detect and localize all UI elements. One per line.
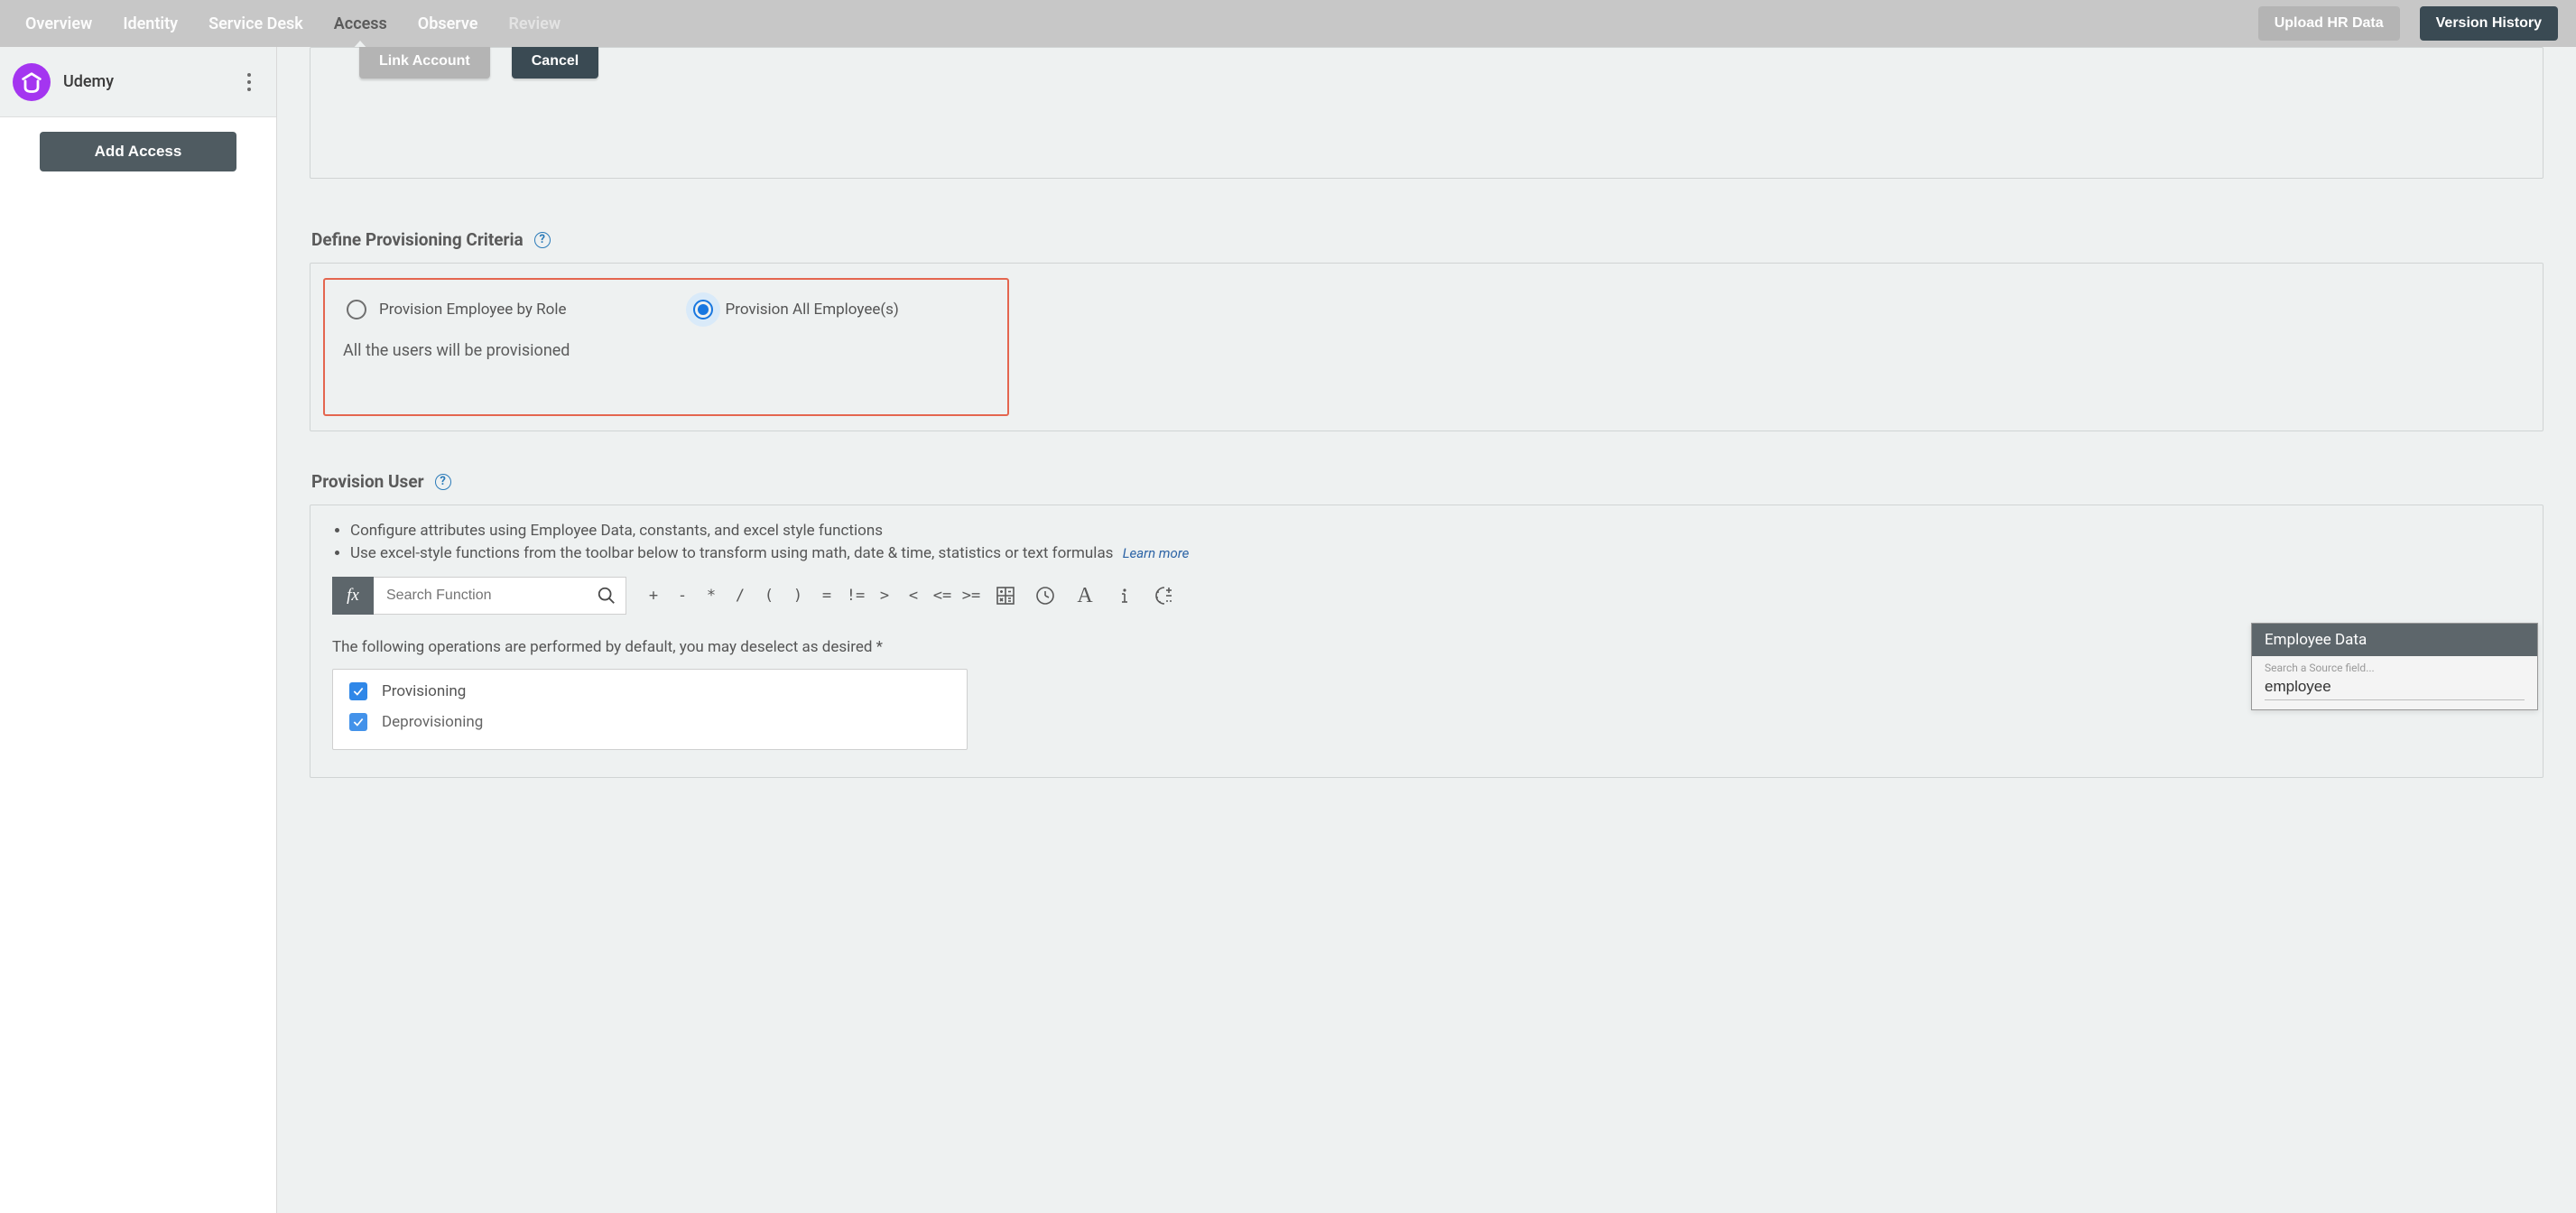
operations-note: The following operations are performed b… (332, 638, 2521, 656)
radio-provision-all[interactable]: Provision All Employee(s) (693, 300, 899, 319)
sidebar-app-header: Udemy (0, 47, 276, 117)
tab-overview[interactable]: Overview (25, 14, 92, 33)
function-search-input[interactable] (386, 588, 597, 604)
date-time-category-icon[interactable] (1026, 577, 1064, 615)
op-rparen[interactable]: ) (784, 577, 811, 615)
provision-bullet-2: Use excel-style functions from the toolb… (350, 542, 2521, 565)
radio-selected-icon (693, 300, 713, 319)
op-lt[interactable]: < (900, 577, 927, 615)
op-plus[interactable]: + (640, 577, 667, 615)
radio-unselected-icon (347, 300, 366, 319)
criteria-heading-row: Define Provisioning Criteria ? (311, 229, 2544, 250)
op-divide[interactable]: / (727, 577, 754, 615)
provision-heading-row: Provision User ? (311, 471, 2544, 492)
op-gt[interactable]: > (871, 577, 898, 615)
tab-review[interactable]: Review (508, 14, 561, 33)
tab-observe[interactable]: Observe (418, 14, 478, 33)
op-not-equals[interactable]: != (842, 577, 869, 615)
function-toolbar: fx + - * / ( ) = != > < <= >= (332, 577, 2521, 615)
employee-search-label: Search a Source field... (2265, 662, 2525, 674)
app-menu-button[interactable] (238, 73, 260, 91)
checkbox-deprovisioning[interactable]: Deprovisioning (349, 713, 950, 731)
criteria-highlight-box: Provision Employee by Role Provision All… (323, 278, 1009, 416)
op-minus[interactable]: - (669, 577, 696, 615)
radio-provision-by-role[interactable]: Provision Employee by Role (347, 300, 567, 319)
upload-hr-data-button[interactable]: Upload HR Data (2258, 6, 2400, 41)
help-icon[interactable]: ? (435, 474, 451, 490)
checkbox-provisioning-label: Provisioning (382, 682, 466, 700)
operator-strip: + - * / ( ) = != > < <= >= (632, 577, 1191, 615)
criteria-result-message: All the users will be provisioned (339, 341, 993, 360)
learn-more-link[interactable]: Learn more (1123, 545, 1190, 561)
tab-identity[interactable]: Identity (123, 14, 178, 33)
op-lparen[interactable]: ( (755, 577, 783, 615)
tab-access[interactable]: Access (334, 14, 387, 33)
add-access-button[interactable]: Add Access (40, 132, 236, 171)
provision-bullets: Configure attributes using Employee Data… (332, 520, 2521, 564)
sidebar-app-name: Udemy (63, 72, 226, 91)
info-category-icon[interactable] (1106, 577, 1144, 615)
cancel-button[interactable]: Cancel (512, 47, 598, 79)
link-account-button[interactable]: Link Account (359, 47, 490, 79)
tab-service-desk[interactable]: Service Desk (208, 14, 303, 33)
math-category-icon[interactable] (987, 577, 1024, 615)
checkbox-provisioning[interactable]: Provisioning (349, 682, 950, 700)
employee-data-title: Employee Data (2252, 624, 2537, 656)
main-content[interactable]: Link Account Cancel Define Provisioning … (277, 47, 2576, 1213)
app-logo-icon (13, 63, 51, 101)
employee-data-panel[interactable]: Employee Data Search a Source field... (2251, 623, 2538, 710)
employee-search-input[interactable] (2265, 676, 2525, 700)
help-icon[interactable]: ? (534, 232, 551, 248)
operations-box: Provisioning Deprovisioning (332, 669, 968, 750)
top-nav-tabs: Overview Identity Service Desk Access Ob… (25, 14, 561, 33)
checkbox-checked-icon (349, 713, 367, 731)
search-icon (597, 586, 616, 606)
tab-access-label: Access (334, 14, 387, 33)
checkbox-deprovisioning-label: Deprovisioning (382, 713, 483, 731)
criteria-heading: Define Provisioning Criteria (311, 229, 524, 250)
provision-panel: Configure attributes using Employee Data… (310, 505, 2544, 778)
provision-bullet-1: Configure attributes using Employee Data… (350, 520, 2521, 542)
text-category-icon[interactable]: A (1066, 577, 1104, 615)
link-account-panel: Link Account Cancel (310, 47, 2544, 179)
fx-badge-icon: fx (332, 577, 374, 615)
function-search[interactable] (374, 577, 626, 615)
checkbox-checked-icon (349, 682, 367, 700)
radio-all-label: Provision All Employee(s) (726, 301, 899, 319)
op-equals[interactable]: = (813, 577, 840, 615)
op-multiply[interactable]: * (698, 577, 725, 615)
logic-category-icon[interactable] (1145, 577, 1183, 615)
radio-by-role-label: Provision Employee by Role (379, 301, 567, 319)
provision-heading: Provision User (311, 471, 424, 492)
op-lte[interactable]: <= (929, 577, 956, 615)
version-history-button[interactable]: Version History (2420, 6, 2558, 41)
top-nav: Overview Identity Service Desk Access Ob… (0, 0, 2576, 47)
criteria-panel: Provision Employee by Role Provision All… (310, 263, 2544, 431)
sidebar: Udemy Add Access (0, 47, 277, 1213)
op-gte[interactable]: >= (958, 577, 985, 615)
